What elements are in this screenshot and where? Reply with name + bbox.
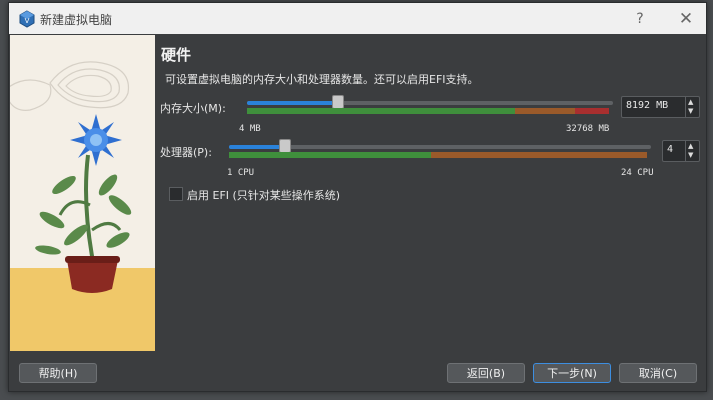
memory-min-label: 4 MB — [239, 124, 261, 134]
memory-value: 8192 MB — [626, 100, 669, 111]
cpu-label: 处理器(P): — [160, 146, 212, 159]
svg-text:V: V — [25, 17, 30, 25]
virtualbox-icon: V — [19, 10, 35, 28]
window-title: 新建虚拟电脑 — [40, 13, 113, 27]
memory-spinbox[interactable]: 8192 MB ▲ ▼ — [621, 96, 700, 118]
memory-spin-arrows[interactable]: ▲ ▼ — [685, 97, 699, 117]
cpu-max-label: 24 CPU — [621, 168, 654, 178]
memory-slider-handle[interactable] — [332, 95, 345, 109]
cpu-slider-handle[interactable] — [278, 139, 291, 153]
page-description: 可设置虚拟电脑的内存大小和处理器数量。还可以启用EFI支持。 — [165, 73, 479, 86]
efi-label[interactable]: 启用 EFI (只针对某些操作系统) — [187, 187, 340, 203]
spin-down-icon[interactable]: ▼ — [688, 151, 693, 159]
cpu-spinbox[interactable]: 4 ▲ ▼ — [662, 140, 700, 162]
cpu-range-band — [229, 152, 647, 158]
efi-checkbox[interactable] — [169, 187, 183, 201]
new-vm-dialog: V 新建虚拟电脑 ? ✕ 硬件 可设置虚拟电脑的内存大小和处理器数量。还可以启用… — [8, 2, 707, 392]
memory-max-label: 32768 MB — [566, 124, 610, 134]
cancel-button[interactable]: 取消(C) — [619, 363, 697, 383]
spin-down-icon[interactable]: ▼ — [688, 107, 693, 115]
cpu-value: 4 — [667, 144, 674, 155]
help-icon[interactable]: ? — [626, 7, 654, 31]
cpu-spin-arrows[interactable]: ▲ ▼ — [685, 141, 699, 161]
close-icon[interactable]: ✕ — [672, 7, 700, 31]
content-area: 硬件 可设置虚拟电脑的内存大小和处理器数量。还可以启用EFI支持。 内存大小(M… — [159, 35, 700, 351]
button-bar: 帮助(H) 返回(B) 下一步(N) 取消(C) — [9, 352, 706, 391]
next-button[interactable]: 下一步(N) — [533, 363, 611, 383]
spin-up-icon[interactable]: ▲ — [688, 142, 693, 150]
title-bar: V 新建虚拟电脑 ? ✕ — [9, 3, 706, 34]
spin-up-icon[interactable]: ▲ — [688, 98, 693, 106]
page-heading: 硬件 — [161, 46, 192, 64]
help-button[interactable]: 帮助(H) — [19, 363, 97, 383]
memory-range-band — [247, 108, 609, 114]
flower-illustration — [10, 35, 155, 351]
back-button[interactable]: 返回(B) — [447, 363, 525, 383]
memory-label: 内存大小(M): — [160, 102, 226, 115]
cpu-min-label: 1 CPU — [227, 168, 255, 178]
